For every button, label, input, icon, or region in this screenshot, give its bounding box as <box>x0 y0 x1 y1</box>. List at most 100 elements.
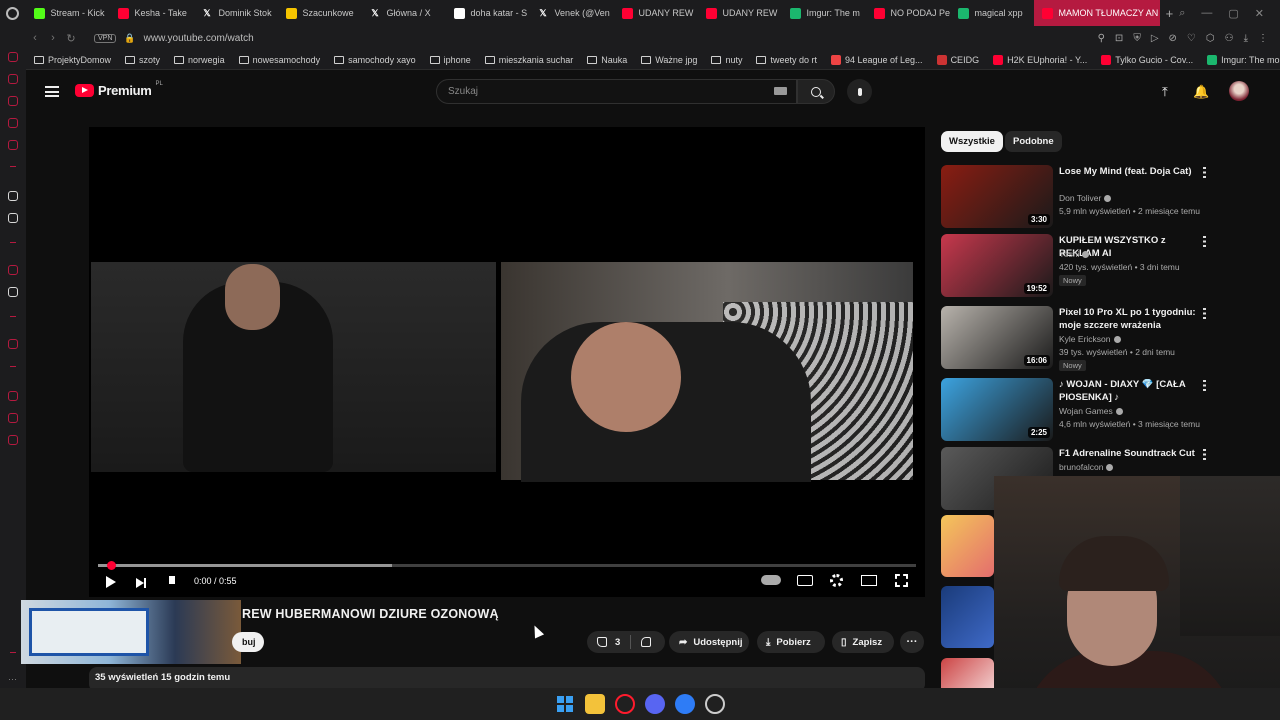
reload-icon[interactable]: ↻ <box>62 32 80 45</box>
recommendation-thumbnail[interactable] <box>941 515 994 577</box>
bookmark-item[interactable]: mieszkania suchar <box>484 55 573 65</box>
scrubber-handle[interactable] <box>107 561 116 570</box>
browser-tab[interactable]: Imgur: The m <box>782 0 866 26</box>
opera-gx-icon[interactable] <box>615 694 635 714</box>
channel-name[interactable]: Don Toliver <box>1059 193 1101 203</box>
back-icon[interactable]: ‹ <box>26 32 44 44</box>
bookmark-item[interactable]: Tylko Gucio - Cov... <box>1101 54 1193 65</box>
youtube-logo[interactable]: Premium PL <box>75 81 163 98</box>
bookmark-item[interactable]: 94 League of Leg... <box>830 54 923 65</box>
settings-icon[interactable] <box>8 435 18 445</box>
channel-name[interactable]: Wojan Games <box>1059 406 1113 416</box>
share-button[interactable]: ➦ Udostępnij <box>669 631 749 653</box>
video-player[interactable]: 0:00 / 0:55 <box>89 127 925 597</box>
search-tabs-icon[interactable]: ⌕ <box>1179 7 1185 20</box>
snapshot-icon[interactable]: ⊡ <box>1115 33 1123 44</box>
menu-icon[interactable]: ⋮ <box>1258 33 1268 44</box>
save-button[interactable]: ▯ Zapisz <box>832 631 894 653</box>
voice-search-button[interactable] <box>847 79 872 104</box>
recommendation-thumbnail[interactable]: 2:25 <box>941 378 1053 441</box>
bookmark-item[interactable]: tweety do rt <box>756 55 817 65</box>
recommendation-thumbnail[interactable] <box>941 586 994 648</box>
sidebar-icon-1[interactable] <box>8 52 18 62</box>
ai-aria-icon[interactable] <box>8 191 18 201</box>
subscribe-button[interactable]: buj <box>232 632 264 652</box>
recommendation-thumbnail[interactable]: 19:52 <box>941 234 1053 297</box>
browser-tab[interactable]: 𝕏 Venek (@Ven <box>530 0 614 26</box>
next-icon[interactable] <box>136 578 146 588</box>
autoplay-toggle[interactable] <box>761 575 781 585</box>
sidebar-icon-5[interactable] <box>8 140 18 150</box>
pin-icon[interactable]: ⚲ <box>1098 33 1105 44</box>
search-button[interactable] <box>797 79 835 104</box>
steam-icon[interactable] <box>705 694 725 714</box>
browser-tab[interactable]: MAMON TŁUMACZY AN <box>1033 0 1160 26</box>
like-button[interactable]: 3 <box>587 631 630 653</box>
bookmark-item[interactable]: nowesamochody <box>238 55 320 65</box>
browser-tab[interactable]: UDANY REW <box>614 0 698 26</box>
more-actions-button[interactable]: ··· <box>900 631 924 653</box>
browser-tab[interactable]: Szacunkowe <box>278 0 362 26</box>
sidebar-icon-2[interactable] <box>8 74 18 84</box>
kebab-menu-icon[interactable] <box>1203 167 1206 178</box>
download-button[interactable]: ⤓ Pobierz <box>757 631 825 653</box>
close-icon[interactable]: ✕ <box>1255 7 1264 20</box>
settings-gear-icon[interactable] <box>830 574 843 587</box>
kebab-menu-icon[interactable] <box>1203 449 1206 460</box>
recommendation-title[interactable]: F1 Adrenaline Soundtrack Cut <box>1059 447 1199 460</box>
recommendation-thumbnail[interactable]: 16:06 <box>941 306 1053 369</box>
recommendation-title[interactable]: ♪ WOJAN - DIAXY 💎 [CAŁA PIOSENKA] ♪ <box>1059 378 1199 404</box>
extensions-icon[interactable]: ⬡ <box>1206 33 1215 44</box>
profile-icon[interactable]: ⚇ <box>1225 33 1234 44</box>
recommendation-item[interactable]: 16:06 Pixel 10 Pro XL po 1 tygodniu: moje… <box>941 306 1271 371</box>
chatgpt-icon[interactable] <box>8 213 18 223</box>
menu-hamburger-icon[interactable] <box>45 86 59 97</box>
play-icon[interactable] <box>106 576 116 588</box>
subtitles-icon[interactable] <box>797 575 813 586</box>
sidebar-icon-4[interactable] <box>8 118 18 128</box>
bookmark-item[interactable]: CEIDG <box>936 54 979 65</box>
kebab-menu-icon[interactable] <box>1203 236 1206 247</box>
file-explorer-icon[interactable] <box>585 694 605 714</box>
x-twitter-icon[interactable] <box>8 287 18 297</box>
download-icon[interactable]: ⤓ <box>1244 33 1248 44</box>
browser-tab[interactable]: Stream - Kick <box>26 0 110 26</box>
browser-tab[interactable]: Kesha - Take <box>110 0 194 26</box>
recommendation-item[interactable]: 2:25 ♪ WOJAN - DIAXY 💎 [CAŁA PIOSENKA] ♪ W… <box>941 378 1271 442</box>
bookmark-item[interactable]: ProjektyDomow <box>34 55 111 65</box>
browser-tab[interactable]: NO PODAJ Pe <box>866 0 950 26</box>
messenger-icon[interactable] <box>675 694 695 714</box>
bookmark-item[interactable]: Imgur: The most a... <box>1207 54 1280 65</box>
chip-related[interactable]: Podobne <box>1005 131 1062 152</box>
bookmark-item[interactable]: samochody xayo <box>334 55 416 65</box>
maximize-icon[interactable]: ▢ <box>1228 7 1238 20</box>
url-field[interactable]: www.youtube.com/watch <box>144 33 254 44</box>
progress-bar[interactable] <box>98 561 916 570</box>
dislike-button[interactable] <box>631 631 661 653</box>
bookmark-item[interactable]: szoty <box>125 55 160 65</box>
notifications-bell-icon[interactable]: 🔔 <box>1193 84 1209 100</box>
new-tab-button[interactable]: + <box>1160 6 1180 21</box>
browser-tab[interactable]: 𝕏 Dominik Stok <box>194 0 278 26</box>
player-icon[interactable]: ▷ <box>1151 33 1159 44</box>
keyboard-icon[interactable] <box>774 87 787 95</box>
recommendation-title[interactable]: Lose My Mind (feat. Doja Cat) <box>1059 165 1199 178</box>
sidebar-icon-3[interactable] <box>8 96 18 106</box>
windows-start-icon[interactable] <box>555 694 575 714</box>
browser-tab[interactable]: magical xpp <box>950 0 1034 26</box>
recommendation-item[interactable]: 19:52 KUPIŁEM WSZYSTKO z REKLAM AI Yoshi 42… <box>941 234 1271 298</box>
downloads-icon[interactable] <box>8 413 18 423</box>
history-icon[interactable] <box>8 391 18 401</box>
avatar[interactable] <box>1229 81 1249 101</box>
upload-icon[interactable]: ⤒ <box>1162 84 1168 100</box>
bookmark-item[interactable]: iphone <box>429 55 471 65</box>
kebab-menu-icon[interactable] <box>1203 308 1206 319</box>
twitch-icon[interactable] <box>8 265 18 275</box>
recommendation-thumbnail[interactable]: 3:30 <box>941 165 1053 228</box>
add-icon[interactable] <box>8 339 18 349</box>
bookmark-item[interactable]: H2K EUphoria! - Y... <box>993 54 1087 65</box>
bookmark-item[interactable]: Nauka <box>587 55 627 65</box>
search-input[interactable]: Szukaj <box>436 79 797 104</box>
bookmark-item[interactable]: Ważne jpg <box>641 55 697 65</box>
discord-icon[interactable] <box>645 694 665 714</box>
